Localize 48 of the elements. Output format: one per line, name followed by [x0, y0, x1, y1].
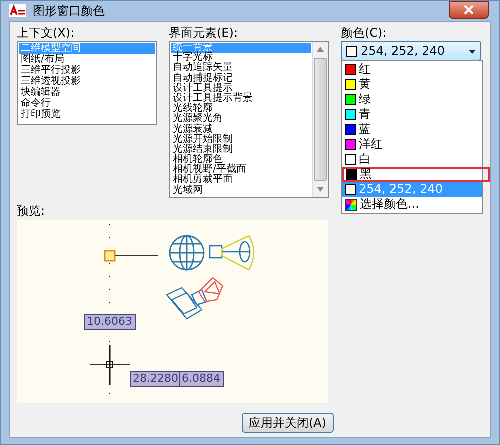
- list-item[interactable]: 三维平行投影: [19, 65, 155, 76]
- dropdown-option[interactable]: 黑: [342, 167, 490, 182]
- app-logo-icon: [9, 4, 27, 18]
- camera-drawing: [166, 277, 224, 320]
- list-item[interactable]: 三维透视投影: [19, 76, 155, 87]
- ucs-marker-icon: [104, 250, 158, 262]
- dropdown-option[interactable]: 洋红: [342, 137, 482, 152]
- color-wheel-icon: [345, 198, 357, 210]
- close-icon: [464, 5, 474, 15]
- list-item[interactable]: 光源开始限制: [171, 134, 311, 145]
- list-item[interactable]: 自动捕捉标记: [171, 74, 311, 84]
- dropdown-caret-icon: [469, 50, 476, 54]
- list-item[interactable]: 块编辑器: [19, 87, 155, 98]
- field-label: 上下文(X):: [17, 26, 76, 40]
- scrollbar[interactable]: [312, 42, 328, 197]
- dropdown-option[interactable]: 选择颜色...: [342, 197, 482, 212]
- field-label: 预览:: [17, 204, 46, 218]
- dropdown-option[interactable]: 青: [342, 107, 482, 122]
- list-item[interactable]: 命令行: [19, 98, 155, 109]
- globe-icon: [169, 235, 205, 271]
- window-title: 图形窗口颜色: [33, 2, 105, 20]
- apply-close-button[interactable]: 应用并关闭(A): [242, 413, 334, 433]
- list-item[interactable]: 自动追踪矢量: [171, 63, 311, 74]
- color-dropdown[interactable]: 254, 252, 240: [341, 41, 481, 61]
- list-item[interactable]: 图纸/布局: [19, 54, 155, 65]
- dropdown-option[interactable]: 黄: [342, 77, 482, 92]
- list-item[interactable]: 设计工具提示: [171, 84, 311, 94]
- list-item[interactable]: 打印预览: [19, 109, 155, 120]
- color-value: 254, 252, 240: [361, 44, 446, 58]
- list-item[interactable]: 相机剪裁平面: [171, 175, 311, 186]
- dropdown-option[interactable]: 绿: [342, 92, 482, 107]
- list-item[interactable]: 光源衰减: [171, 124, 311, 135]
- spotlight-icon: [209, 235, 255, 271]
- list-item[interactable]: 光域网: [171, 186, 311, 196]
- context-list[interactable]: 二维模型空间 图纸/布局 三维平行投影 三维透视投影 块编辑器 命令行 打印预览: [17, 41, 157, 125]
- dimension-label: 10.6063: [84, 314, 136, 330]
- crosshair-icon: [90, 345, 130, 385]
- field-label: 颜色(C):: [341, 26, 388, 40]
- scroll-up-icon[interactable]: [317, 47, 324, 52]
- list-item[interactable]: 光源聚光角: [171, 114, 311, 124]
- dimension-label: 28.2280: [130, 371, 182, 387]
- dropdown-option[interactable]: 白: [342, 152, 482, 167]
- dropdown-option[interactable]: 蓝: [342, 122, 482, 137]
- dropdown-option[interactable]: 红: [342, 62, 482, 77]
- dimension-label: 6.0884: [179, 371, 224, 387]
- field-label: 界面元素(E):: [169, 26, 239, 40]
- close-button[interactable]: [449, 1, 489, 19]
- scroll-down-icon[interactable]: [317, 187, 324, 192]
